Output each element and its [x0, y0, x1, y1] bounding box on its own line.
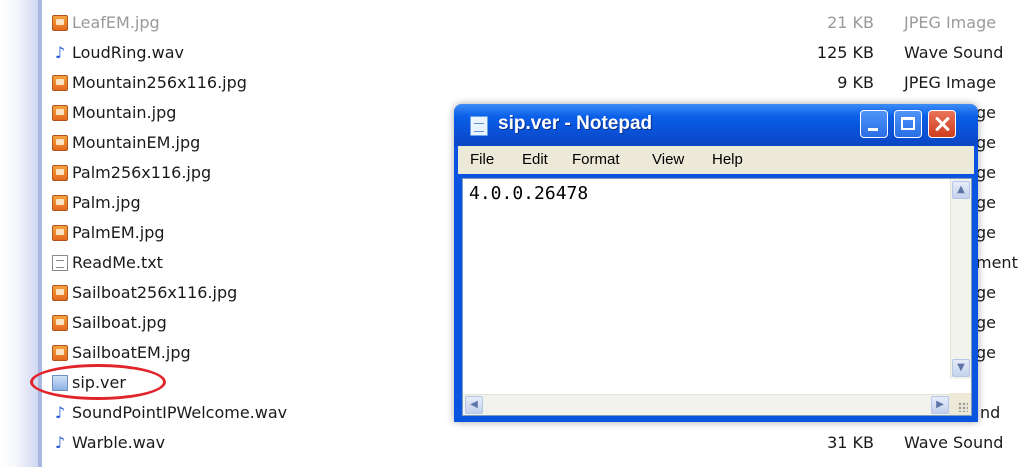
file-name: PalmEM.jpg — [72, 223, 165, 242]
menu-bar: File Edit Format View Help — [458, 146, 974, 174]
jpeg-file-icon — [52, 195, 68, 211]
jpeg-file-icon — [52, 105, 68, 121]
file-content-text[interactable]: 4.0.0.26478 — [469, 183, 588, 204]
menu-format[interactable]: Format — [572, 151, 620, 168]
jpeg-file-icon — [52, 75, 68, 91]
menu-edit[interactable]: Edit — [522, 151, 548, 168]
file-size: 9 KB — [837, 73, 874, 92]
resize-grip-icon[interactable] — [949, 393, 971, 415]
file-name: Mountain256x116.jpg — [72, 73, 247, 92]
file-size: 125 KB — [816, 43, 874, 62]
jpeg-file-icon — [52, 135, 68, 151]
file-type: ge — [976, 313, 996, 332]
file-type: ment — [976, 253, 1018, 272]
window-title: sip.ver - Notepad — [498, 113, 653, 134]
notepad-icon — [470, 116, 488, 136]
file-name: Palm.jpg — [72, 193, 141, 212]
file-name: Mountain.jpg — [72, 103, 177, 122]
jpeg-file-icon — [52, 15, 68, 31]
file-name: LeafEM.jpg — [72, 13, 160, 32]
close-button[interactable] — [928, 110, 956, 138]
maximize-button[interactable] — [894, 110, 922, 138]
file-row[interactable]: LeafEM.jpg 21 KB JPEG Image — [48, 8, 1032, 38]
wave-file-icon: ♪ — [54, 403, 66, 422]
text-file-icon — [52, 255, 68, 271]
scroll-down-arrow-icon[interactable]: ▼ — [952, 359, 970, 377]
horizontal-scrollbar[interactable]: ◀ ▶ — [463, 394, 951, 415]
explorer-left-pane — [0, 0, 42, 467]
notepad-window[interactable]: sip.ver - Notepad File Edit Format View … — [454, 104, 978, 422]
scroll-right-arrow-icon[interactable]: ▶ — [931, 396, 949, 414]
file-name: LoudRing.wav — [72, 43, 185, 62]
jpeg-file-icon — [52, 225, 68, 241]
file-type: ge — [976, 343, 996, 362]
file-row[interactable]: Mountain256x116.jpg 9 KB JPEG Image — [48, 68, 1032, 98]
menu-file[interactable]: File — [470, 151, 494, 168]
scroll-up-arrow-icon[interactable]: ▲ — [952, 181, 970, 199]
file-type: ge — [976, 133, 996, 152]
file-name: Palm256x116.jpg — [72, 163, 212, 182]
jpeg-file-icon — [52, 315, 68, 331]
jpeg-file-icon — [52, 345, 68, 361]
file-type: Wave Sound — [904, 43, 1004, 62]
notepad-titlebar[interactable]: sip.ver - Notepad — [454, 104, 978, 146]
highlight-circle-annotation — [30, 364, 166, 400]
menu-view[interactable]: View — [652, 151, 684, 168]
vertical-scrollbar[interactable]: ▲ ▼ — [950, 179, 971, 379]
file-type: JPEG Image — [904, 13, 997, 32]
file-name: Sailboat256x116.jpg — [72, 283, 238, 302]
file-name: Warble.wav — [72, 433, 166, 452]
file-name: Sailboat.jpg — [72, 313, 167, 332]
file-type: ge — [976, 163, 996, 182]
file-row[interactable]: ♪ LoudRing.wav 125 KB Wave Sound — [48, 38, 1032, 68]
file-type: ge — [976, 103, 996, 122]
file-type: ge — [976, 193, 996, 212]
jpeg-file-icon — [52, 165, 68, 181]
file-type: ge — [976, 223, 996, 242]
file-type: nd — [980, 403, 1001, 422]
scroll-left-arrow-icon[interactable]: ◀ — [465, 396, 483, 414]
file-size: 31 KB — [827, 433, 874, 452]
file-type: Wave Sound — [904, 433, 1004, 452]
minimize-button[interactable] — [860, 110, 888, 138]
file-type: JPEG Image — [904, 73, 997, 92]
menu-help[interactable]: Help — [712, 151, 743, 168]
jpeg-file-icon — [52, 285, 68, 301]
file-type: ge — [976, 283, 996, 302]
file-name: MountainEM.jpg — [72, 133, 201, 152]
wave-file-icon: ♪ — [54, 43, 66, 62]
file-size: 21 KB — [827, 13, 874, 32]
wave-file-icon: ♪ — [54, 433, 66, 452]
file-row[interactable]: ♪ Warble.wav 31 KB Wave Sound — [48, 428, 1032, 458]
file-name: ReadMe.txt — [72, 253, 163, 272]
file-name: SoundPointIPWelcome.wav — [72, 403, 288, 422]
pane-divider — [38, 0, 42, 467]
text-editor-area[interactable]: 4.0.0.26478 ▲ ▼ ◀ ▶ — [462, 178, 972, 416]
